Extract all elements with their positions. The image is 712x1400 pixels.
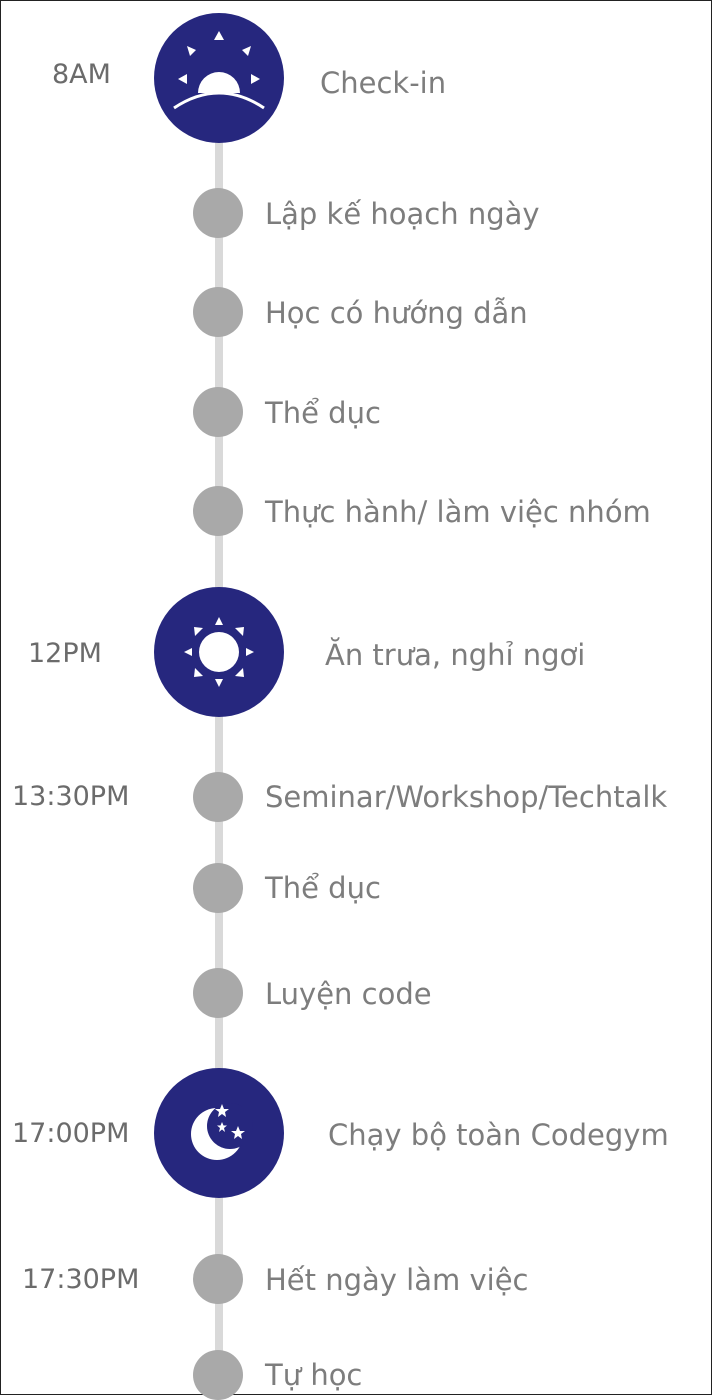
timeline-dot — [193, 863, 243, 913]
timeline-label: Thực hành/ làm việc nhóm — [265, 495, 651, 529]
timeline-label: Ăn trưa, nghỉ ngơi — [325, 638, 586, 672]
timeline-dot — [193, 1254, 243, 1304]
timeline-label: Check-in — [320, 66, 447, 100]
timeline-dot — [193, 772, 243, 822]
time-label: 17:30PM — [22, 1264, 140, 1295]
moon-icon — [154, 1068, 284, 1198]
time-label: 8AM — [52, 59, 111, 90]
timeline-dot — [193, 968, 243, 1018]
sun-icon — [154, 587, 284, 717]
timeline-label: Tự học — [265, 1358, 363, 1392]
time-label: 13:30PM — [12, 781, 130, 812]
timeline-label: Luyện code — [265, 977, 432, 1011]
timeline-label: Hết ngày làm việc — [265, 1263, 529, 1297]
timeline-dot — [193, 387, 243, 437]
timeline-label: Học có hướng dẫn — [265, 296, 528, 330]
timeline-dot — [193, 1350, 243, 1400]
time-label: 12PM — [28, 638, 102, 669]
timeline-dot — [193, 188, 243, 238]
timeline-dot — [193, 287, 243, 337]
sunrise-icon — [154, 13, 284, 143]
timeline-label: Thể dục — [265, 871, 381, 905]
timeline-label: Lập kế hoạch ngày — [265, 197, 540, 231]
time-label: 17:00PM — [12, 1118, 130, 1149]
timeline-dot — [193, 486, 243, 536]
timeline-label: Seminar/Workshop/Techtalk — [265, 780, 668, 814]
timeline-label: Chạy bộ toàn Codegym — [328, 1118, 669, 1152]
timeline-label: Thể dục — [265, 396, 381, 430]
